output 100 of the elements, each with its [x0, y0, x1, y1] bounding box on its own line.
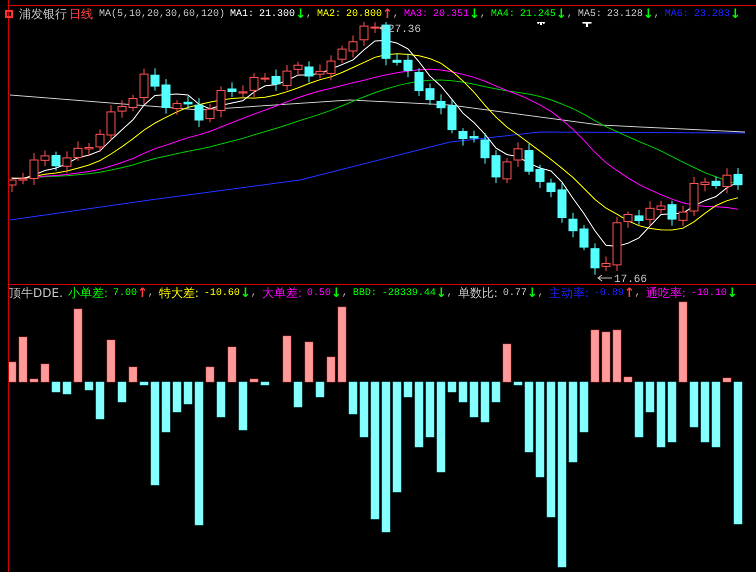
dde-bar: [62, 382, 72, 394]
candlestick: [18, 172, 28, 185]
candlestick: [580, 224, 588, 251]
indicator-value: 20.351: [432, 8, 469, 22]
indicator-label: 主动率:: [548, 285, 589, 302]
candlestick: [316, 64, 324, 79]
candlestick: [734, 168, 742, 190]
separator: ,: [342, 286, 348, 300]
dde-bar: [184, 382, 192, 404]
indicator-value: -10.10: [690, 286, 727, 300]
candlestick: [304, 60, 314, 83]
candlestick: [294, 61, 302, 76]
indicator-label: MA5:: [578, 8, 602, 22]
candlestick: [74, 141, 82, 162]
trend-arrow: ↑: [136, 286, 148, 300]
candlestick: [282, 64, 292, 91]
dde-bar: [316, 382, 324, 398]
candlestick: [712, 176, 720, 190]
dde-bar: [580, 382, 588, 432]
candlestick: [194, 98, 204, 128]
candlestick: [250, 72, 258, 98]
dde-bar: [172, 382, 182, 412]
indicator-label: MA3:: [404, 8, 428, 22]
dde-bar: [470, 382, 478, 418]
dde-bar: [206, 366, 214, 382]
separator: ,: [148, 286, 154, 300]
separator: ,: [446, 286, 453, 300]
indicator-value: 20.800: [346, 8, 382, 22]
period-label: 日线: [69, 6, 93, 23]
trend-arrow: ↓: [726, 286, 738, 300]
candlestick: [546, 178, 556, 198]
separator: ,: [250, 286, 257, 300]
dde-bar: [9, 362, 16, 382]
separator: ,: [392, 8, 399, 22]
dde-bar: [480, 382, 490, 422]
dde-bar: [700, 382, 710, 442]
indicator-value: 23.128: [606, 8, 643, 22]
square-icon: [5, 10, 13, 18]
dde-bar: [326, 356, 336, 382]
candlestick: [272, 69, 280, 92]
candlestick: [150, 68, 160, 91]
indicator-value: -10.60: [204, 286, 240, 300]
indicator-value: 7.00: [112, 286, 137, 300]
indicator-label: MA1:: [230, 8, 254, 22]
candlestick: [382, 22, 390, 66]
separator: ,: [634, 286, 641, 300]
trend-arrow: ↓: [730, 8, 741, 20]
dde-bar: [524, 382, 534, 452]
candlestick: [96, 129, 104, 153]
trend-arrow: ↓: [642, 8, 654, 20]
candlestick: [634, 209, 644, 226]
candlestick: [480, 132, 490, 164]
dde-bar: [602, 332, 610, 382]
candlestick: [514, 142, 522, 168]
candlestick: [690, 176, 698, 216]
dde-bar: [348, 382, 358, 414]
indicator-label: 小单差:: [68, 285, 108, 302]
dde-bar: [84, 382, 94, 390]
candlestick: [668, 200, 676, 226]
dde-bar: [712, 382, 720, 448]
dde-bar: [238, 382, 248, 430]
candlestick: [238, 84, 248, 99]
candlestick: [128, 94, 138, 112]
candlestick: [448, 99, 456, 134]
candlestick: [348, 35, 358, 58]
dde-bar: [52, 382, 60, 392]
trend-arrow: ↓: [240, 286, 251, 300]
candlestick: [140, 68, 148, 106]
dde-bar: [96, 382, 104, 420]
dde-bar: [30, 378, 38, 382]
candlestick: [700, 177, 710, 192]
dde-bar: [140, 382, 148, 386]
candlestick: [392, 53, 402, 66]
dde-bar: [414, 382, 424, 448]
candlestick: [360, 22, 368, 46]
indicator-value: -0.89: [594, 286, 624, 300]
trend-arrow: ↓: [330, 286, 342, 300]
separator: ,: [480, 8, 486, 22]
candlestick: [624, 211, 632, 228]
trend-arrow: ↓: [295, 8, 306, 20]
dde-bar: [18, 336, 28, 382]
stock-name: 浦发银行: [19, 6, 67, 23]
candlestick: [172, 100, 182, 116]
dde-bar: [502, 344, 512, 382]
candlestick: [656, 200, 666, 214]
candlestick: [426, 83, 434, 106]
dde-bar: [228, 346, 236, 382]
candlestick: [436, 94, 446, 115]
dde-bar: [612, 330, 622, 382]
indicator-value: 0.77: [502, 286, 527, 300]
dde-bar: [590, 330, 600, 382]
candlestick: [612, 216, 622, 272]
candlestick: [338, 45, 346, 64]
candlestick: [118, 100, 126, 118]
candlestick: [646, 200, 654, 227]
dde-bar: [624, 376, 632, 382]
dde-bar: [118, 382, 126, 402]
dde-bar: [690, 382, 698, 428]
separator: ,: [566, 8, 573, 22]
dde-bar: [656, 382, 666, 448]
